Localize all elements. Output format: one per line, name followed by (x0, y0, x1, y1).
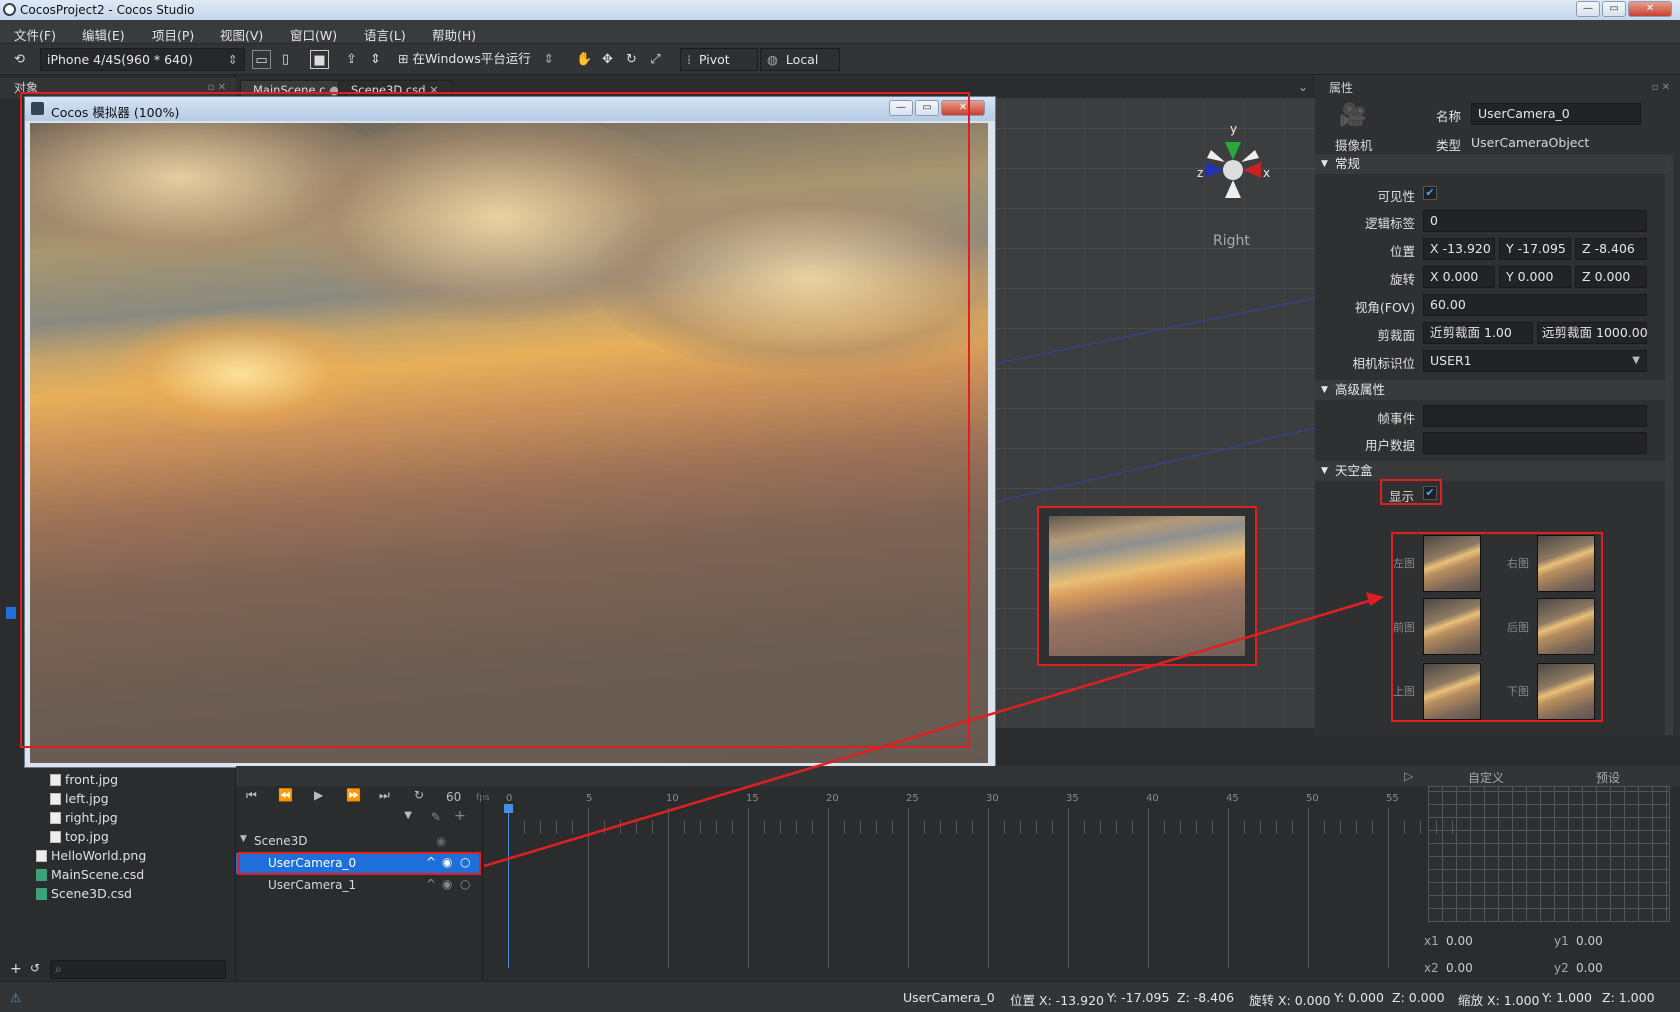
status-scale-x: 缩放 X: 1.000 (1458, 993, 1540, 1008)
annotation-arrow (483, 592, 1384, 868)
status-object: UserCamera_0 (903, 990, 995, 1005)
status-rotation-x: 旋转 X: 0.000 (1249, 993, 1331, 1008)
status-rotation-z: Z: 0.000 (1392, 990, 1445, 1005)
status-bar: ⚠ UserCamera_0 位置 X: -13.920 Y: -17.095 … (0, 981, 1680, 1012)
warning-icon[interactable]: ⚠ (10, 990, 21, 1005)
status-position-y: Y: -17.095 (1107, 990, 1170, 1005)
status-rotation-y: Y: 0.000 (1334, 990, 1384, 1005)
status-scale-y: Y: 1.000 (1542, 990, 1592, 1005)
status-position-x: 位置 X: -13.920 (1010, 993, 1104, 1008)
status-scale-z: Z: 1.000 (1602, 990, 1655, 1005)
status-position-z: Z: -8.406 (1177, 990, 1235, 1005)
